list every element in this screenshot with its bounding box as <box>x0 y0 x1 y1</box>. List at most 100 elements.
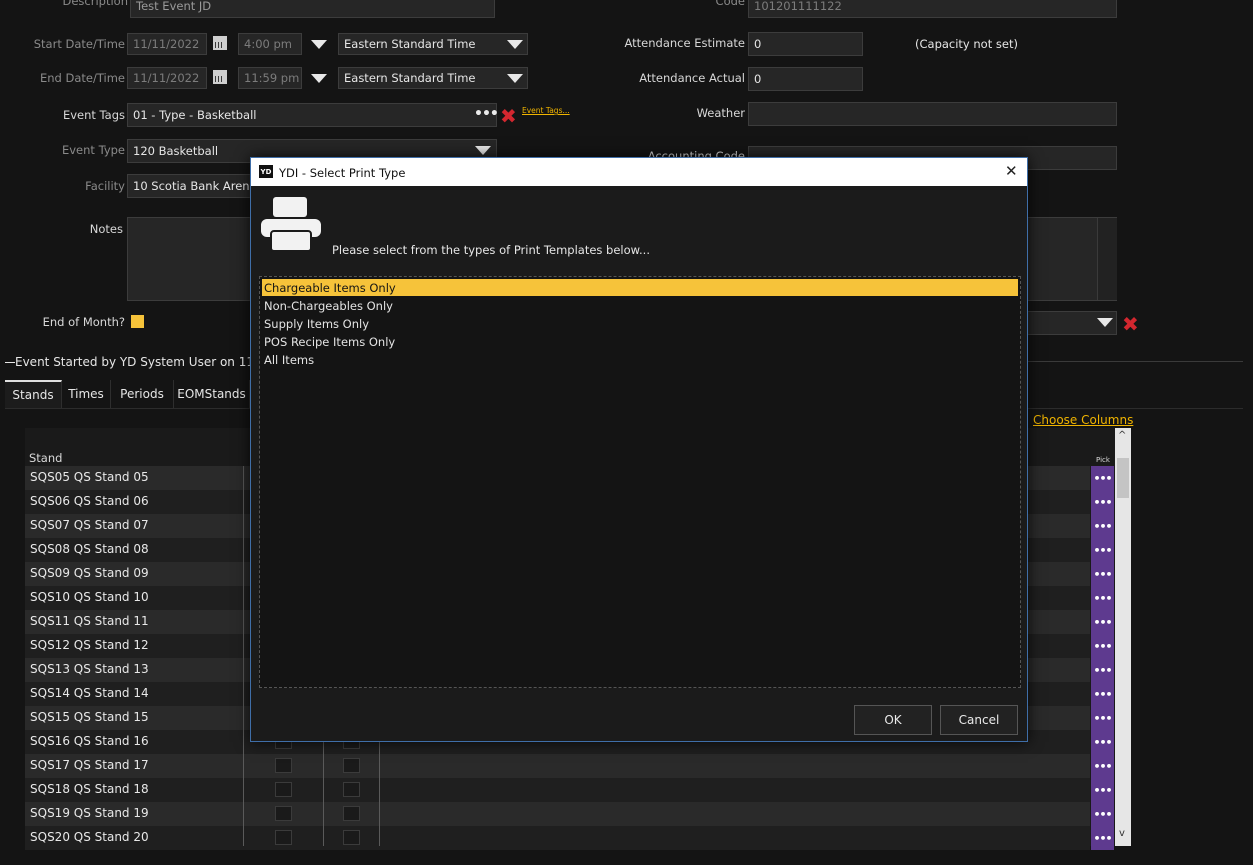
pick-button[interactable]: ••• <box>1091 466 1114 490</box>
code-label: Code <box>715 0 745 8</box>
tab-stands[interactable]: Stands <box>5 380 62 408</box>
ok-button[interactable]: OK <box>854 705 932 735</box>
table-row[interactable]: SQS18 QS Stand 18 ••• <box>25 778 1114 802</box>
remove-x-icon[interactable]: ✖ <box>1122 314 1139 334</box>
grid-header-pick: Pick <box>1096 456 1110 464</box>
chevron-down-icon[interactable] <box>507 40 523 49</box>
close-icon[interactable]: ✕ <box>1005 162 1018 180</box>
stand-name: SQS15 QS Stand 15 <box>30 710 149 724</box>
pick-button[interactable]: ••• <box>1091 514 1114 538</box>
pick-button[interactable]: ••• <box>1091 490 1114 514</box>
end-time-field[interactable]: 11:59 pm <box>238 67 302 89</box>
end-date-field[interactable]: 11/11/2022 <box>127 67 207 89</box>
stand-name: SQS17 QS Stand 17 <box>30 758 149 772</box>
pick-button[interactable]: ••• <box>1091 706 1114 730</box>
notes-scrollbar[interactable] <box>1097 218 1117 300</box>
row-checkbox[interactable] <box>343 830 360 845</box>
column-divider <box>243 466 244 846</box>
dialog-prompt: Please select from the types of Print Te… <box>332 243 650 257</box>
print-type-item[interactable]: Supply Items Only <box>262 315 1018 332</box>
pick-button[interactable]: ••• <box>1091 682 1114 706</box>
weather-field[interactable] <box>748 102 1117 126</box>
chevron-down-icon[interactable] <box>475 146 491 155</box>
attendance-estimate-label: Attendance Estimate <box>624 36 745 50</box>
print-type-item[interactable]: POS Recipe Items Only <box>262 333 1018 350</box>
stand-name: SQS20 QS Stand 20 <box>30 830 149 844</box>
pick-button[interactable]: ••• <box>1091 730 1114 754</box>
start-timezone-select[interactable]: Eastern Standard Time <box>338 33 528 55</box>
scroll-thumb[interactable] <box>1117 458 1129 498</box>
row-checkbox[interactable] <box>275 806 292 821</box>
pick-button[interactable]: ••• <box>1091 634 1114 658</box>
tab-times[interactable]: Times <box>62 380 111 408</box>
scroll-down-icon[interactable]: v <box>1119 828 1125 839</box>
tab-eomstands[interactable]: EOMStands <box>174 380 250 408</box>
start-time-field[interactable]: 4:00 pm <box>238 33 302 55</box>
table-row[interactable]: SQS17 QS Stand 17 ••• <box>25 754 1114 778</box>
row-checkbox[interactable] <box>343 806 360 821</box>
print-type-item[interactable]: Chargeable Items Only <box>262 279 1018 296</box>
calendar-icon[interactable] <box>213 70 227 84</box>
stand-name: SQS14 QS Stand 14 <box>30 686 149 700</box>
table-row[interactable]: SQS19 QS Stand 19 ••• <box>25 802 1114 826</box>
facility-label: Facility <box>85 179 125 193</box>
chevron-down-icon[interactable] <box>311 40 327 49</box>
notes-label: Notes <box>89 222 123 236</box>
pick-button[interactable]: ••• <box>1091 586 1114 610</box>
grid-header-stand: Stand <box>29 451 63 465</box>
dialog-title: YDI - Select Print Type <box>279 166 406 180</box>
row-checkbox[interactable] <box>343 782 360 797</box>
more-icon[interactable]: ••• <box>474 106 499 122</box>
status-text: Event Started by YD System User on 11/ <box>15 355 259 369</box>
calendar-icon[interactable] <box>213 36 227 50</box>
remove-x-icon[interactable]: ✖ <box>500 106 517 126</box>
pick-button[interactable]: ••• <box>1091 802 1114 826</box>
print-type-list[interactable]: Chargeable Items Only Non-Chargeables Onl… <box>259 276 1021 688</box>
end-of-month-checkbox[interactable] <box>131 315 144 328</box>
attendance-estimate-field[interactable]: 0 <box>748 32 863 56</box>
stand-name: SQS09 QS Stand 09 <box>30 566 149 580</box>
table-row[interactable]: SQS20 QS Stand 20 ••• <box>25 826 1114 850</box>
cancel-button[interactable]: Cancel <box>940 705 1018 735</box>
event-tags-field[interactable]: 01 - Type - Basketball <box>127 103 497 127</box>
event-type-value: 120 Basketball <box>133 144 219 158</box>
start-timezone-value: Eastern Standard Time <box>344 37 476 51</box>
chevron-down-icon[interactable] <box>1097 318 1113 327</box>
stand-name: SQS06 QS Stand 06 <box>30 494 149 508</box>
stand-name: SQS11 QS Stand 11 <box>30 614 149 628</box>
grid-scrollbar[interactable]: ^ v <box>1115 428 1131 846</box>
description-field[interactable]: Test Event JD <box>130 0 495 18</box>
pick-button[interactable]: ••• <box>1091 754 1114 778</box>
code-field[interactable]: 101201111122 <box>748 0 1117 18</box>
app-logo-icon: YD <box>259 165 273 178</box>
start-date-field[interactable]: 11/11/2022 <box>127 33 207 55</box>
print-type-item[interactable]: Non-Chargeables Only <box>262 297 1018 314</box>
choose-columns-link[interactable]: Choose Columns <box>1033 413 1133 427</box>
print-type-item[interactable]: All Items <box>262 351 1018 368</box>
row-checkbox[interactable] <box>275 758 292 773</box>
event-tags-link[interactable]: Event Tags... <box>522 106 570 115</box>
end-timezone-select[interactable]: Eastern Standard Time <box>338 67 528 89</box>
pick-button[interactable]: ••• <box>1091 826 1114 850</box>
weather-label: Weather <box>696 106 745 120</box>
event-type-label: Event Type <box>61 143 125 157</box>
printer-icon <box>261 197 321 252</box>
pick-button[interactable]: ••• <box>1091 610 1114 634</box>
row-checkbox[interactable] <box>275 830 292 845</box>
pick-button[interactable]: ••• <box>1091 562 1114 586</box>
pick-button[interactable]: ••• <box>1091 778 1114 802</box>
attendance-actual-field[interactable]: 0 <box>748 67 863 91</box>
end-timezone-value: Eastern Standard Time <box>344 71 476 85</box>
chevron-down-icon[interactable] <box>311 74 327 83</box>
pick-button[interactable]: ••• <box>1091 538 1114 562</box>
scroll-up-icon[interactable]: ^ <box>1118 430 1126 441</box>
row-checkbox[interactable] <box>343 758 360 773</box>
chevron-down-icon[interactable] <box>507 74 523 83</box>
row-checkbox[interactable] <box>275 782 292 797</box>
tab-periods[interactable]: Periods <box>111 380 174 408</box>
stand-name: SQS05 QS Stand 05 <box>30 470 149 484</box>
status-dash <box>5 362 15 363</box>
description-label: Description <box>62 0 129 8</box>
pick-button[interactable]: ••• <box>1091 658 1114 682</box>
dialog-titlebar: YD YDI - Select Print Type ✕ <box>251 158 1027 186</box>
